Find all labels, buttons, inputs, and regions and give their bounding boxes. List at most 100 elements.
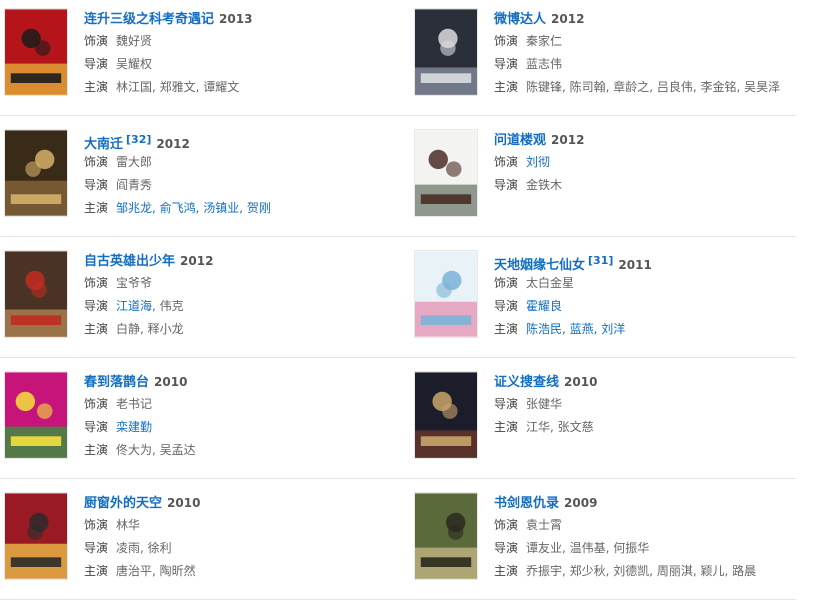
poster-image [5,251,67,337]
film-row: 春到落鹊台 2010 饰演 老书记 导演 栾建勤 主演 佟大为, 吴孟达 证义搜查线 2010 导演… [0,363,796,484]
poster-image [5,9,67,95]
poster-image [415,130,477,216]
film-info: 问道楼观 2012 饰演 刘彻 导演 金铁木 [494,129,814,197]
role-line: 饰演 老书记 [84,393,404,416]
person-link[interactable]: 江道海 [116,299,152,313]
director-line: 导演 蓝志伟 [494,53,814,76]
reference-link[interactable]: [31] [588,254,613,267]
film-title-link[interactable]: 厨窗外的天空 [84,496,162,511]
film-year: 2013 [219,12,253,26]
row-divider [0,236,796,237]
poster-zigu[interactable] [4,250,68,338]
film-title-link[interactable]: 书剑恩仇录 [494,496,559,511]
poster-zhengyi[interactable] [414,371,478,459]
role-value: 袁士霄 [526,518,563,532]
film-year: 2009 [564,496,598,510]
cast-label: 主演 [494,80,519,94]
row-divider [0,478,796,479]
director-value[interactable]: 栾建勤 [116,420,152,434]
role-label: 饰演 [494,518,519,532]
role-label: 饰演 [84,276,109,290]
film-entry: 问道楼观 2012 饰演 刘彻 导演 金铁木 [414,121,814,242]
director-line: 导演 凌雨, 徐利 [84,537,404,560]
poster-image [415,372,477,458]
poster-image [415,9,477,95]
director-label: 导演 [84,541,109,555]
director-label: 导演 [494,541,519,555]
cast-line: 主演 陈浩民, 蓝燕, 刘洋 [494,318,814,341]
poster-danangian[interactable] [4,129,68,217]
role-label: 饰演 [84,518,109,532]
film-title-link[interactable]: 自古英雄出少年 [84,254,175,269]
film-row: 自古英雄出少年 2012 饰演 宝爷爷 导演 江道海, 伟克 主演 白静, 释小龙 天地姻缘七仙… [0,242,796,363]
role-value: 老书记 [116,397,153,411]
director-value: 蓝志伟 [526,57,563,71]
role-line: 饰演 秦家仁 [494,30,814,53]
film-title-link[interactable]: 大南迁 [84,137,123,152]
film-entry: 书剑恩仇录 2009 饰演 袁士霄 导演 谭友业, 温伟基, 何振华 主演 乔振宇, 郑少秋,… [414,484,814,605]
role-value[interactable]: 刘彻 [526,155,550,169]
reference-link[interactable]: [32] [126,133,151,146]
film-title-link[interactable]: 问道楼观 [494,133,546,148]
film-info: 自古英雄出少年 2012 饰演 宝爷爷 导演 江道海, 伟克 主演 白静, 释小龙 [84,250,404,341]
director-label: 导演 [494,299,519,313]
title-line: 连升三级之科考奇遇记 2013 [84,8,404,30]
role-value: 魏好贤 [116,34,153,48]
director-line: 导演 阎青秀 [84,174,404,197]
film-title-link[interactable]: 天地姻缘七仙女 [494,258,585,273]
director-line: 导演 江道海, 伟克 [84,295,404,318]
film-row: 连升三级之科考奇遇记 2013 饰演 魏好贤 导演 吴耀权主演 林江国, 郑雅文, 谭耀文 微… [0,0,796,121]
cast-label: 主演 [84,201,109,215]
cast-line: 主演 陈键锋, 陈司翰, 章龄之, 吕良伟, 李金铭, 吴昊泽 [494,76,814,99]
role-label: 饰演 [84,397,109,411]
cast-value: 江华, 张文慈 [526,420,594,434]
poster-weibodaren[interactable] [414,8,478,96]
film-entry: 连升三级之科考奇遇记 2013 饰演 魏好贤 导演 吴耀权 主演 林江国, 郑雅文, 谭耀文 [4,0,404,121]
film-entry: 春到落鹊台 2010 饰演 老书记 导演 栾建勤 主演 佟大为, 吴孟达 [4,363,404,484]
role-label: 饰演 [494,34,519,48]
film-year: 2010 [167,496,201,510]
film-info: 微博达人 2012 饰演 秦家仁 导演 蓝志伟 主演 陈键锋, 陈司翰, 章龄之, 吕良伟, … [494,8,814,99]
poster-shujian[interactable] [414,492,478,580]
cast-value[interactable]: 陈浩民, 蓝燕, 刘洋 [526,322,625,336]
role-label: 饰演 [84,155,109,169]
cast-value[interactable]: 邹兆龙, 俞飞鸿, 汤镇业, 贺刚 [116,201,271,215]
poster-chuchuang[interactable] [4,492,68,580]
film-info: 大南迁 [32] 2012 饰演 雷大郎 导演 阎青秀 主演 邹兆龙, 俞飞鸿, 汤镇业, 贺刚 [84,129,404,220]
cast-line: 主演 邹兆龙, 俞飞鸿, 汤镇业, 贺刚 [84,197,404,220]
poster-chundao[interactable] [4,371,68,459]
film-title-link[interactable]: 微博达人 [494,12,546,27]
cast-line: 主演 林江国, 郑雅文, 谭耀文 [84,76,404,99]
director-value: 吴耀权 [116,57,153,71]
director-label: 导演 [84,420,109,434]
poster-qixiannv[interactable] [414,250,478,338]
poster-image [5,130,67,216]
director-value: 金铁木 [526,178,563,192]
film-title-link[interactable]: 春到落鹊台 [84,375,149,390]
director-value[interactable]: 霍耀良 [526,299,562,313]
director-value: 阎青秀 [116,178,153,192]
film-year: 2010 [154,375,188,389]
cast-line: 主演 唐治平, 陶昕然 [84,560,404,583]
title-line: 天地姻缘七仙女 [31] 2011 [494,250,814,273]
title-line: 春到落鹊台 2010 [84,371,404,393]
poster-lianshengsanji[interactable] [4,8,68,96]
title-line: 问道楼观 2012 [494,129,814,151]
film-entry: 证义搜查线 2010 导演 张健华 主演 江华, 张文慈 [414,363,814,484]
director-value: 凌雨, 徐利 [116,541,172,555]
role-value: 林华 [116,518,141,532]
film-info: 连升三级之科考奇遇记 2013 饰演 魏好贤 导演 吴耀权 主演 林江国, 郑雅文, 谭耀文 [84,8,404,99]
cast-value: 佟大为, 吴孟达 [116,443,196,457]
role-value: 宝爷爷 [116,276,153,290]
film-entry: 厨窗外的天空 2010 饰演 林华 导演 凌雨, 徐利 主演 唐治平, 陶昕然 [4,484,404,605]
poster-image [5,372,67,458]
person-name: 伟克 [159,299,184,313]
poster-wendaolouguan[interactable] [414,129,478,217]
poster-image [415,251,477,337]
director-line: 导演 金铁木 [494,174,814,197]
film-row: 大南迁 [32] 2012 饰演 雷大郎 导演 阎青秀 主演 邹兆龙, 俞飞鸿, 汤镇业, 贺刚… [0,121,796,242]
cast-label: 主演 [494,420,519,434]
film-title-link[interactable]: 证义搜查线 [494,375,559,390]
film-title-link[interactable]: 连升三级之科考奇遇记 [84,12,214,27]
director-label: 导演 [84,57,109,71]
